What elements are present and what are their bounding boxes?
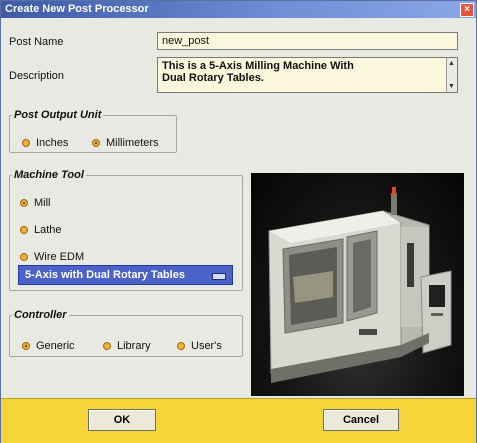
radio-generic[interactable]: Generic <box>22 340 75 352</box>
radio-users-label: User's <box>191 340 222 352</box>
radio-button-icon <box>177 342 185 350</box>
button-bar: OK Cancel <box>1 398 476 443</box>
radio-wire-edm-label: Wire EDM <box>34 251 85 263</box>
description-label: Description <box>9 70 65 82</box>
radio-generic-label: Generic <box>36 340 75 352</box>
controller-group: Controller Generic Library User's <box>9 309 243 357</box>
controller-label: Controller <box>14 309 67 321</box>
machine-config-value: 5-Axis with Dual Rotary Tables <box>25 269 185 281</box>
description-line-2: Dual Rotary Tables. <box>162 72 264 84</box>
post-name-label: Post Name <box>9 36 64 48</box>
machine-tool-label: Machine Tool <box>14 169 84 181</box>
description-textarea[interactable]: This is a 5-Axis Milling Machine With Du… <box>157 57 458 93</box>
machine-illustration <box>268 187 452 383</box>
radio-button-selected-icon <box>92 139 100 147</box>
cancel-button[interactable]: Cancel <box>323 409 399 431</box>
radio-button-icon <box>22 139 30 147</box>
arrow-up-icon[interactable]: ▲ <box>448 60 455 67</box>
radio-button-icon <box>20 226 28 234</box>
post-output-unit-label: Post Output Unit <box>14 109 102 121</box>
radio-library[interactable]: Library <box>103 340 151 352</box>
ok-button[interactable]: OK <box>88 409 156 431</box>
radio-inches-label: Inches <box>36 137 69 149</box>
radio-inches[interactable]: Inches <box>22 137 68 149</box>
radio-wire-edm[interactable]: Wire EDM <box>20 251 84 263</box>
description-scrollbar[interactable]: ▲ ▼ <box>446 58 457 92</box>
dropdown-icon[interactable] <box>212 273 226 280</box>
window-title: Create New Post Processor <box>5 3 149 15</box>
radio-button-icon <box>20 253 28 261</box>
radio-button-icon <box>103 342 111 350</box>
post-name-input[interactable]: new_post <box>157 32 458 50</box>
radio-library-label: Library <box>117 340 151 352</box>
radio-millimeters[interactable]: Millimeters <box>92 137 159 149</box>
radio-button-selected-icon <box>20 199 28 207</box>
close-icon[interactable]: × <box>460 3 474 17</box>
radio-lathe-label: Lathe <box>34 224 62 236</box>
dialog-window: Create New Post Processor × Post Name ne… <box>0 0 477 443</box>
radio-lathe[interactable]: Lathe <box>20 224 62 236</box>
machine-config-dropdown[interactable]: 5-Axis with Dual Rotary Tables <box>18 265 233 285</box>
post-output-unit-group: Post Output Unit Inches Millimeters <box>9 109 177 153</box>
title-bar[interactable]: Create New Post Processor × <box>1 1 476 18</box>
radio-mill[interactable]: Mill <box>20 197 51 209</box>
description-line-1: This is a 5-Axis Milling Machine With <box>162 60 354 72</box>
arrow-down-icon[interactable]: ▼ <box>448 83 455 90</box>
radio-button-selected-icon <box>22 342 30 350</box>
radio-users[interactable]: User's <box>177 340 222 352</box>
machine-preview-image <box>251 173 464 396</box>
radio-mill-label: Mill <box>34 197 51 209</box>
radio-millimeters-label: Millimeters <box>106 137 159 149</box>
